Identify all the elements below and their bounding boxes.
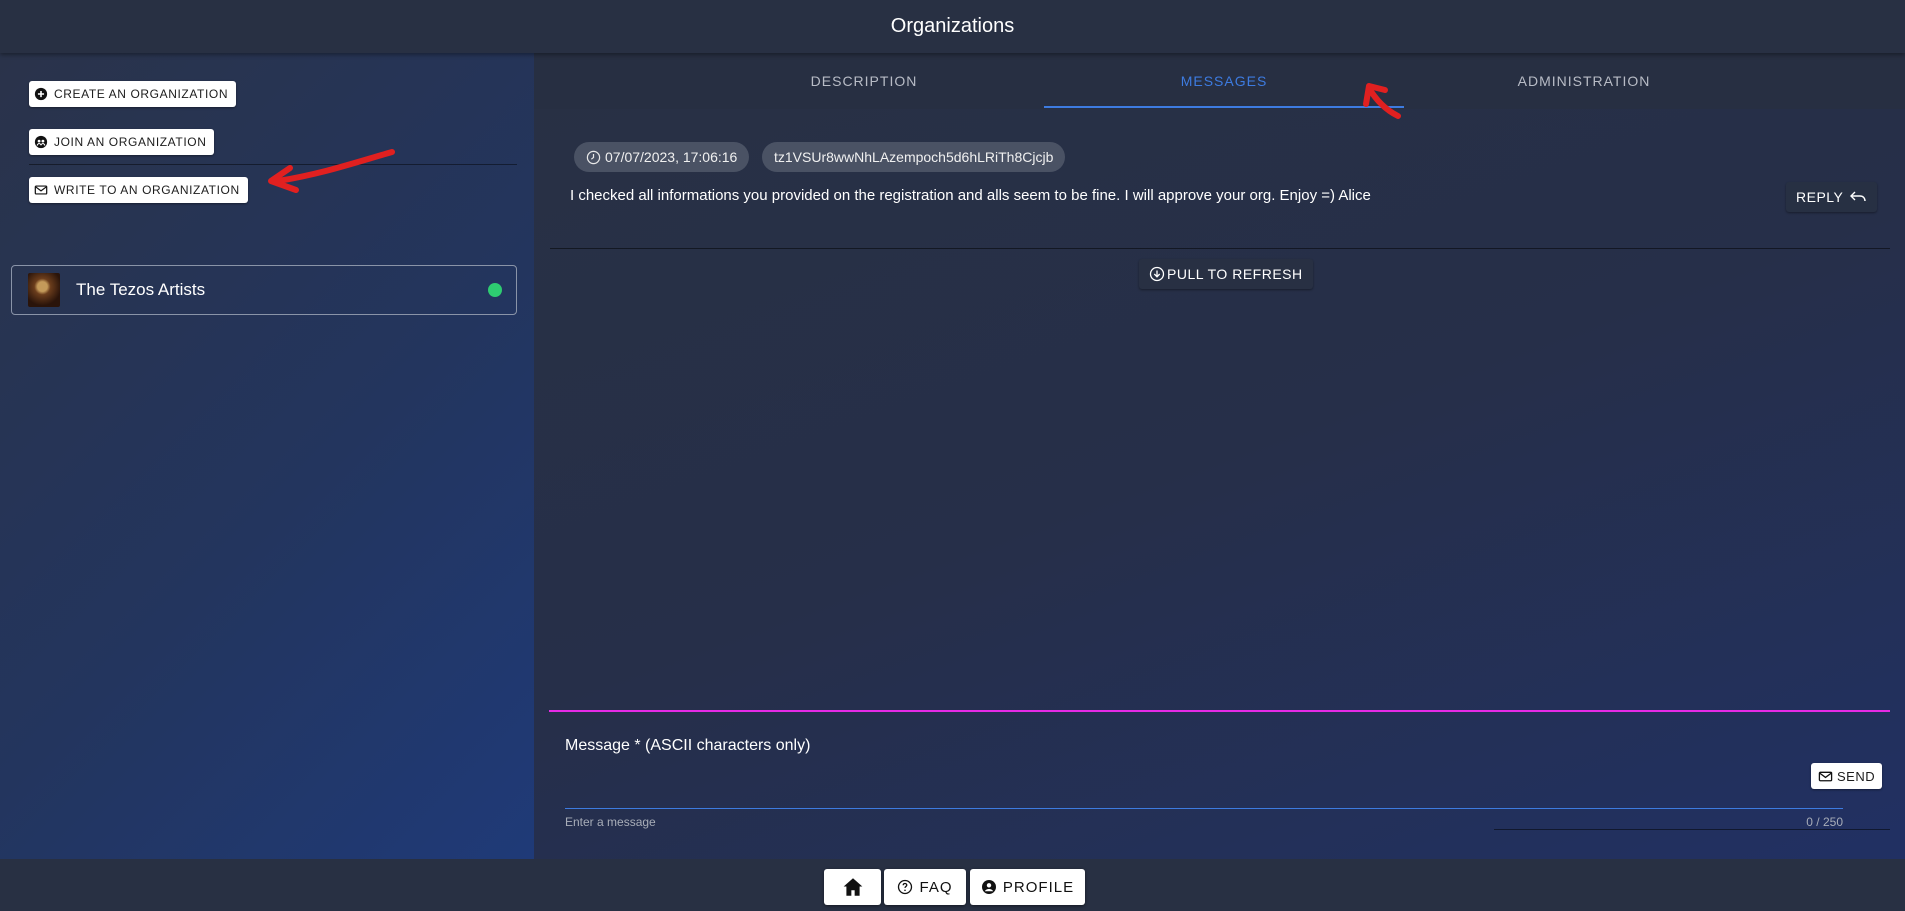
- group-icon: [34, 135, 48, 149]
- message-input[interactable]: [565, 753, 1842, 783]
- composer-separator: [549, 710, 1890, 712]
- message-divider: [550, 248, 1890, 249]
- organization-list-item[interactable]: The Tezos Artists: [11, 265, 517, 315]
- message-timestamp: 07/07/2023, 17:06:16: [605, 149, 738, 165]
- tab-administration[interactable]: ADMINISTRATION: [1404, 53, 1764, 109]
- tab-messages[interactable]: MESSAGES: [1044, 53, 1404, 109]
- reply-button[interactable]: REPLY: [1786, 182, 1878, 212]
- help-circle-icon: [898, 879, 913, 895]
- footer-nav: FAQ PROFILE: [0, 859, 1905, 911]
- tab-description[interactable]: DESCRIPTION: [684, 53, 1044, 109]
- message-text: I checked all informations you provided …: [570, 187, 1371, 204]
- reply-label: REPLY: [1796, 189, 1844, 205]
- arrow-down-circle-icon: [1149, 266, 1165, 282]
- app-header: Organizations: [0, 0, 1905, 53]
- composer-bottom-divider: [1494, 829, 1890, 830]
- write-to-organization-button[interactable]: WRITE TO AN ORGANIZATION: [29, 177, 248, 203]
- sender-address-chip: tz1VSUr8wwNhLAzempoch5d6hLRiTh8Cjcjb: [762, 142, 1066, 172]
- home-icon: [843, 878, 862, 896]
- mail-icon: [34, 185, 48, 195]
- message-sender: tz1VSUr8wwNhLAzempoch5d6hLRiTh8Cjcjb: [774, 149, 1054, 165]
- faq-label: FAQ: [919, 878, 953, 896]
- write-to-organization-label: WRITE TO AN ORGANIZATION: [54, 183, 240, 197]
- organization-name: The Tezos Artists: [76, 280, 206, 299]
- pull-to-refresh-button[interactable]: PULL TO REFRESH: [1139, 259, 1313, 289]
- profile-label: PROFILE: [1002, 878, 1075, 896]
- sidebar-divider: [29, 164, 517, 165]
- message-input-underline: [565, 808, 1843, 809]
- status-indicator-dot: [488, 283, 502, 297]
- mail-icon: [1818, 771, 1833, 781]
- message-helper-text: Enter a message: [565, 815, 656, 829]
- reply-arrow-icon: [1850, 191, 1867, 202]
- organization-avatar: [28, 273, 60, 307]
- account-circle-icon: [981, 880, 996, 894]
- active-tab-indicator: [1044, 106, 1404, 108]
- add-circle-icon: [34, 87, 48, 101]
- sidebar: CREATE AN ORGANIZATION JOIN AN ORGANIZAT…: [0, 53, 534, 859]
- profile-button[interactable]: PROFILE: [970, 869, 1085, 905]
- create-organization-label: CREATE AN ORGANIZATION: [54, 87, 229, 101]
- timestamp-chip: 07/07/2023, 17:06:16: [574, 142, 750, 172]
- send-label: SEND: [1837, 768, 1876, 784]
- send-button[interactable]: SEND: [1811, 763, 1883, 789]
- create-organization-button[interactable]: CREATE AN ORGANIZATION: [29, 81, 237, 107]
- pull-to-refresh-label: PULL TO REFRESH: [1167, 266, 1303, 282]
- clock-icon: [586, 150, 601, 164]
- faq-button[interactable]: FAQ: [884, 869, 966, 905]
- tab-bar: DESCRIPTION MESSAGES ADMINISTRATION: [534, 53, 1905, 109]
- join-organization-label: JOIN AN ORGANIZATION: [54, 135, 207, 149]
- character-counter: 0 / 250: [1806, 815, 1843, 829]
- main-panel: DESCRIPTION MESSAGES ADMINISTRATION 07/0…: [534, 53, 1905, 859]
- page-title: Organizations: [890, 15, 1015, 37]
- join-organization-button[interactable]: JOIN AN ORGANIZATION: [29, 129, 215, 155]
- home-button[interactable]: [824, 869, 881, 905]
